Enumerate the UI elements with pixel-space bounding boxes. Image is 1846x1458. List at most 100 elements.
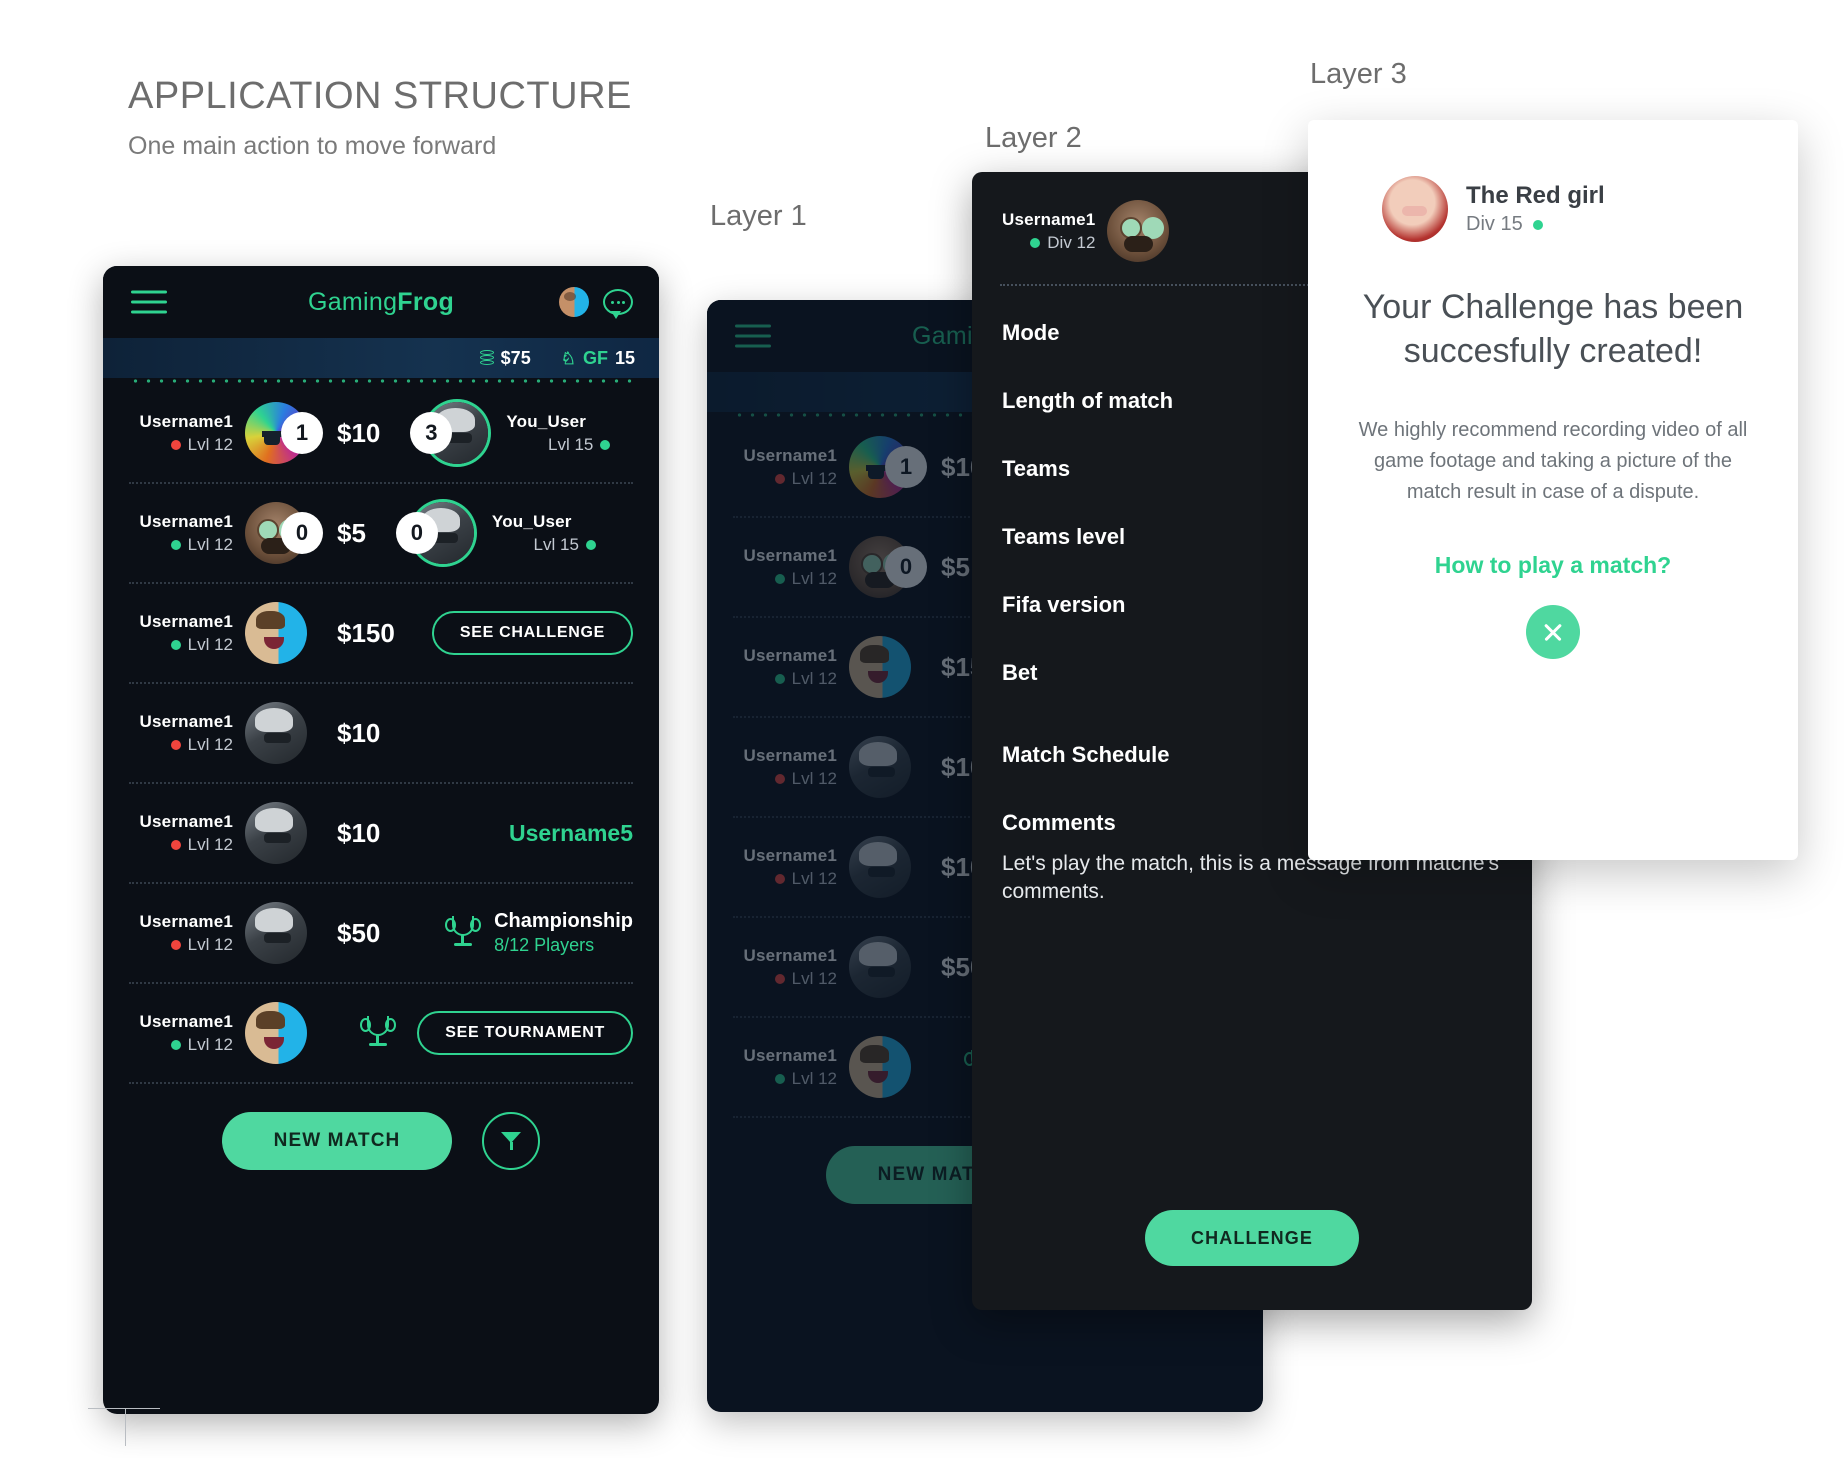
- row-left-avatar[interactable]: [849, 836, 911, 898]
- row-left-avatar[interactable]: [849, 936, 911, 998]
- row-left-avatar[interactable]: 1: [245, 402, 323, 464]
- row-left-user: Username1 Lvl 12: [733, 846, 837, 889]
- page-subtitle: One main action to move forward: [128, 132, 497, 160]
- row-championship[interactable]: Championship 8/12 Players: [445, 910, 633, 956]
- row-left-avatar[interactable]: [245, 702, 307, 764]
- row-left-user: Username1 Lvl 12: [129, 912, 233, 955]
- gamer-avatar: [245, 702, 307, 764]
- see-tournament-button[interactable]: SEE TOURNAMENT: [417, 1011, 633, 1055]
- row-left-avatar[interactable]: [849, 636, 911, 698]
- row-right-avatar[interactable]: 0: [395, 502, 474, 564]
- status-dot: [774, 773, 785, 784]
- gf-balance: ♘ GF 15: [561, 348, 635, 369]
- row-opponent-name[interactable]: Username5: [509, 820, 633, 847]
- row-left-level: Lvl 12: [129, 735, 233, 755]
- row-left-avatar[interactable]: 0: [245, 502, 323, 564]
- mii-avatar: [849, 636, 911, 698]
- row-left-avatar[interactable]: [245, 802, 307, 864]
- match-row[interactable]: Username1 Lvl 12 $150 SEE CHALLENGE: [129, 584, 633, 682]
- row-left-avatar[interactable]: 0: [849, 536, 927, 598]
- row-left-user: Username1 Lvl 12: [129, 1012, 233, 1055]
- match-row[interactable]: Username1 Lvl 12 $10: [129, 684, 633, 782]
- modal-user: The Red girl Div 15: [1382, 176, 1605, 242]
- row-right-score: 0: [395, 512, 438, 554]
- match-row[interactable]: Username1 Lvl 12 1 $10 3 You_User Lvl 15: [129, 384, 633, 482]
- status-dot: [774, 673, 785, 684]
- page-title: APPLICATION STRUCTURE: [128, 75, 632, 117]
- row-left-username: Username1: [743, 745, 837, 765]
- coin-icon: [479, 349, 494, 367]
- gf-label: GF: [582, 347, 608, 368]
- modal-user-text: The Red girl Div 15: [1466, 182, 1605, 236]
- layer-2-avatar: [1107, 200, 1170, 262]
- gamer-avatar: [849, 836, 911, 898]
- row-left-avatar[interactable]: [245, 902, 307, 964]
- row-amount: $10: [337, 417, 381, 448]
- profile-avatar-icon[interactable]: [559, 287, 589, 317]
- row-left-user: Username1 Lvl 12: [733, 746, 837, 789]
- modal-body: We highly recommend recording video of a…: [1358, 419, 1748, 504]
- row-left-avatar[interactable]: [245, 1002, 307, 1064]
- close-icon[interactable]: [1526, 605, 1580, 660]
- chat-icon[interactable]: [603, 289, 633, 319]
- new-match-button[interactable]: NEW MATCH: [221, 1112, 453, 1170]
- match-row[interactable]: Username1 Lvl 12 0 $5 0 You_User Lvl 15: [129, 484, 633, 582]
- row-right-user: You_User Lvl 15: [506, 412, 611, 455]
- status-dot: [170, 939, 181, 950]
- row-left-level: Lvl 12: [129, 835, 233, 855]
- status-dot: [774, 473, 785, 484]
- menu-icon[interactable]: [735, 324, 771, 348]
- status-dot: [170, 539, 181, 550]
- row-left-username: Username1: [743, 945, 837, 965]
- row-left-avatar[interactable]: 1: [849, 436, 927, 498]
- match-row[interactable]: Username1 Lvl 12 SEE TOURNAMENT: [129, 984, 633, 1082]
- how-to-play-link[interactable]: How to play a match?: [1435, 552, 1671, 579]
- challenge-button[interactable]: CHALLENGE: [1145, 1210, 1359, 1266]
- row-left-username: Username1: [743, 545, 837, 565]
- row-amount: $5: [337, 517, 366, 548]
- row-right-username: You_User: [491, 511, 572, 531]
- row-left-score: 0: [281, 512, 323, 554]
- match-row[interactable]: Username1 Lvl 12 $50 Championship 8/12 Playe…: [129, 884, 633, 982]
- modal-title: Your Challenge has been succesfully crea…: [1362, 288, 1744, 370]
- crop-mark-horizontal: [88, 1408, 160, 1409]
- championship-players: 8/12 Players: [494, 935, 595, 955]
- row-left-user: Username1 Lvl 12: [733, 446, 837, 489]
- layer-2-label: Layer 2: [985, 122, 1082, 154]
- status-dot: [774, 573, 785, 584]
- match-row[interactable]: Username1 Lvl 12 $10 Username5: [129, 784, 633, 882]
- modal-division: Div 15: [1466, 213, 1605, 236]
- row-left-level: Lvl 12: [733, 569, 837, 589]
- row-left-username: Username1: [743, 845, 837, 865]
- layer-2-division: Div 12: [1002, 233, 1095, 253]
- row-left-score: 1: [281, 412, 323, 454]
- status-dot: [585, 539, 596, 550]
- row-right-level: Lvl 15: [506, 435, 611, 455]
- row-left-user: Username1 Lvl 12: [129, 412, 233, 455]
- row-left-avatar[interactable]: [849, 1036, 911, 1098]
- status-dot: [600, 439, 611, 450]
- brand-bold: Frog: [397, 287, 455, 316]
- row-left-username: Username1: [139, 511, 233, 531]
- row-left-avatar[interactable]: [849, 736, 911, 798]
- row-left-avatar[interactable]: [245, 602, 307, 664]
- currency-bar: $75 ♘ GF 15: [103, 338, 659, 378]
- row-amount: $10: [337, 817, 381, 848]
- status-dot: [170, 439, 181, 450]
- see-challenge-button[interactable]: SEE CHALLENGE: [431, 611, 633, 655]
- row-left-user: Username1 Lvl 12: [129, 512, 233, 555]
- mask-avatar: [1107, 200, 1170, 262]
- row-right-level: Lvl 15: [492, 535, 596, 555]
- row-right-avatar[interactable]: 3: [410, 402, 489, 464]
- row-left-level: Lvl 12: [733, 769, 837, 789]
- row-left-level: Lvl 12: [129, 1035, 233, 1055]
- bottom-actions: NEW MATCH: [103, 1084, 659, 1170]
- menu-icon[interactable]: [131, 290, 167, 314]
- row-amount: $150: [337, 617, 395, 648]
- gamer-avatar: [849, 736, 911, 798]
- filter-funnel-icon: [501, 1132, 522, 1150]
- row-amount: $5: [941, 551, 970, 582]
- row-left-level: Lvl 12: [733, 1069, 837, 1089]
- status-dot: [774, 873, 785, 884]
- filter-button[interactable]: [482, 1112, 541, 1170]
